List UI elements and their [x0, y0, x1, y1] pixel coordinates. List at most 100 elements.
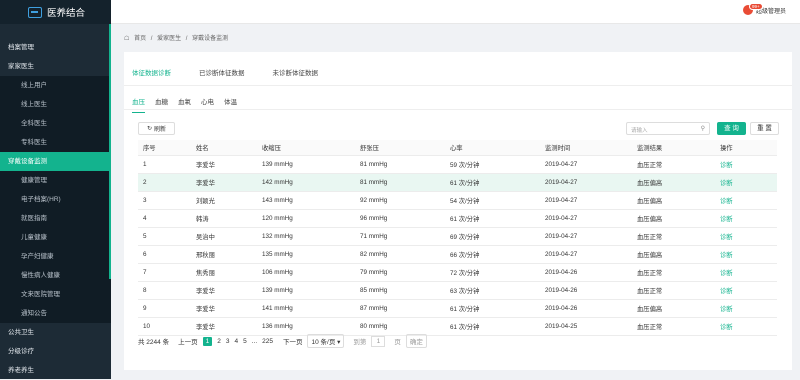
sidebar-item[interactable]: 分级诊疗 — [0, 342, 111, 361]
column-header[interactable]: 监测时间 — [540, 140, 632, 156]
notification-badge: 99+ — [748, 3, 763, 10]
table-row[interactable]: 4 韩涛 120 mmHg 96 mmHg 61 次/分钟 2019-04-27 血压偏高诊… — [138, 209, 777, 228]
sidebar-item[interactable]: 孕产妇健康 — [0, 247, 111, 266]
table-row[interactable]: 8 李爱华 139 mmHg 85 mmHg 63 次/分钟 2019-04-26 血压正常… — [138, 281, 777, 300]
sidebar-item[interactable]: 线上医生 — [0, 95, 111, 114]
data-table: 序号 姓名 收缩压 舒张压 心率 监测时间 监测结果 操作 1 李爱华 139 mmHg 81 mm… — [138, 140, 777, 336]
table-row[interactable]: 2 李爱华 142 mmHg 81 mmHg 61 次/分钟 2019-04-27 血压偏高… — [138, 173, 777, 192]
sidebar-item[interactable]: 穿戴设备监测 — [0, 152, 111, 171]
tab-temperature[interactable]: 体温 — [224, 96, 237, 113]
table-cell: 刘颖光 — [191, 191, 257, 210]
sidebar-item[interactable]: 线上用户 — [0, 76, 111, 95]
table-cell: 136 mmHg — [257, 317, 355, 336]
table-row[interactable]: 1 李爱华 139 mmHg 81 mmHg 59 次/分钟 2019-04-27 血压正常… — [138, 155, 777, 174]
table-cell: 81 mmHg — [355, 173, 445, 192]
logo-icon — [28, 6, 42, 18]
data-tabs: 体征数据诊断 已诊断体征数据 未诊断体征数据 — [124, 67, 338, 86]
column-header[interactable]: 姓名 — [191, 140, 257, 156]
sidebar-item[interactable]: 电子档案(HR) — [0, 190, 111, 209]
diagnose-link[interactable]: 诊断 — [715, 155, 777, 174]
refresh-button[interactable]: ↻ 刷新 — [138, 122, 175, 135]
diagnose-link[interactable]: 诊断 — [715, 281, 777, 300]
diagnose-link[interactable]: 诊断 — [715, 317, 777, 336]
table-row[interactable]: 3 刘颖光 143 mmHg 92 mmHg 54 次/分钟 2019-04-27 血压偏高… — [138, 191, 777, 210]
table-cell: 79 mmHg — [355, 263, 445, 282]
diagnose-link[interactable]: 诊断 — [715, 191, 777, 210]
diagnose-link[interactable]: 诊断 — [715, 263, 777, 282]
table-cell: 10 — [138, 317, 191, 336]
table-cell: 81 mmHg — [355, 155, 445, 174]
page-number[interactable]: 3 — [226, 338, 230, 345]
table-row[interactable]: 5 吴治中 132 mmHg 71 mmHg 69 次/分钟 2019-04-27 血压正常… — [138, 227, 777, 246]
tab-blood-pressure[interactable]: 血压 — [132, 96, 145, 113]
table-cell: 2019-04-27 — [540, 173, 632, 192]
diagnose-link[interactable]: 诊断 — [715, 209, 777, 228]
page-number[interactable]: 4 — [234, 338, 238, 345]
home-icon: ☖ — [124, 36, 130, 42]
sidebar-item[interactable]: 专科医生 — [0, 133, 111, 152]
table-cell: 血压正常 — [632, 263, 715, 282]
sidebar-item[interactable]: 慢性病人健康 — [0, 266, 111, 285]
table-cell: 焦秀丽 — [191, 263, 257, 282]
diagnose-link[interactable]: 诊断 — [715, 227, 777, 246]
sidebar-item[interactable]: 通知公告 — [0, 304, 111, 323]
sidebar-item[interactable]: 儿童健康 — [0, 228, 111, 247]
page-number[interactable]: 5 — [243, 338, 247, 345]
sidebar-item[interactable]: 公共卫生 — [0, 323, 111, 342]
tab-blood-sugar[interactable]: 血糖 — [155, 96, 168, 113]
goto-confirm-button[interactable]: 确定 — [405, 334, 427, 348]
table-cell: 61 次/分钟 — [445, 173, 540, 192]
user-menu[interactable]: 99+ 超级管理员 — [742, 3, 786, 15]
breadcrumb-level2[interactable]: 爱家医生 — [157, 36, 181, 42]
page-number[interactable]: 225 — [262, 338, 273, 345]
column-header[interactable]: 序号 — [138, 140, 191, 156]
breadcrumb-home[interactable]: 首页 — [134, 36, 146, 42]
table-cell: 李爱华 — [191, 317, 257, 336]
sidebar-item[interactable]: 档案管理 — [0, 38, 111, 57]
column-header[interactable]: 操作 — [715, 140, 777, 156]
top-bar: 99+ 超级管理员 — [111, 0, 800, 24]
sidebar-item[interactable]: 健康管理 — [0, 171, 111, 190]
table-cell: 63 次/分钟 — [445, 281, 540, 300]
column-header[interactable]: 心率 — [445, 140, 540, 156]
page-number[interactable]: 1 — [202, 336, 213, 346]
goto-input[interactable]: 1 — [371, 335, 386, 347]
sidebar-item[interactable]: 家家医生 — [0, 57, 111, 76]
diagnose-link[interactable]: 诊断 — [715, 245, 777, 264]
tab-sign-diagnosis[interactable]: 体征数据诊断 — [132, 67, 171, 86]
diagnose-link[interactable]: 诊断 — [715, 299, 777, 318]
column-header[interactable]: 舒张压 — [355, 140, 445, 156]
sidebar-scrollbar[interactable] — [109, 24, 111, 279]
search-icon[interactable]: ⚲ — [701, 125, 705, 132]
column-header[interactable]: 监测结果 — [632, 140, 715, 156]
table-row[interactable]: 7 焦秀丽 106 mmHg 79 mmHg 72 次/分钟 2019-04-26 血压正常… — [138, 263, 777, 282]
reset-button[interactable]: 重 置 — [750, 122, 779, 135]
tab-diagnosed[interactable]: 已诊断体征数据 — [199, 67, 245, 86]
table-row[interactable]: 10 李爱华 136 mmHg 80 mmHg 61 次/分钟 2019-04-25 血压正… — [138, 317, 777, 336]
app-logo[interactable]: 医养结合 — [0, 0, 111, 24]
page-number[interactable]: 2 — [217, 338, 221, 345]
sidebar-item[interactable]: 文来医院管理 — [0, 285, 111, 304]
diagnose-link[interactable]: 诊断 — [715, 173, 777, 192]
search-input[interactable]: 请输入 ⚲ — [626, 122, 710, 135]
next-page[interactable]: 下一页 — [283, 336, 303, 346]
table-cell: 96 mmHg — [355, 209, 445, 228]
column-header[interactable]: 收缩压 — [257, 140, 355, 156]
sidebar-item[interactable]: 全科医生 — [0, 114, 111, 133]
table-row[interactable]: 6 邢秋丽 135 mmHg 82 mmHg 66 次/分钟 2019-04-27 血压偏高… — [138, 245, 777, 264]
sidebar-item[interactable]: 就医指南 — [0, 209, 111, 228]
query-button[interactable]: 查 询 — [717, 122, 746, 135]
main-panel: 体征数据诊断 已诊断体征数据 未诊断体征数据 血压 血糖 血氧 心电 体温 ↻ … — [124, 52, 792, 370]
page-size-select[interactable]: 10 条/页 ▾ — [307, 334, 345, 348]
table-cell: 血压正常 — [632, 155, 715, 174]
tab-blood-oxygen[interactable]: 血氧 — [178, 96, 191, 113]
tab-ecg[interactable]: 心电 — [201, 96, 214, 113]
sidebar-item[interactable]: 养老养生 — [0, 361, 111, 380]
tab-undiagnosed[interactable]: 未诊断体征数据 — [273, 67, 319, 86]
table-row[interactable]: 9 李爱华 141 mmHg 87 mmHg 61 次/分钟 2019-04-26 血压偏高… — [138, 299, 777, 318]
prev-page[interactable]: 上一页 — [178, 336, 198, 346]
table-cell: 7 — [138, 263, 191, 282]
table-cell: 李爱华 — [191, 299, 257, 318]
table-cell: 血压偏高 — [632, 245, 715, 264]
table-cell: 61 次/分钟 — [445, 299, 540, 318]
